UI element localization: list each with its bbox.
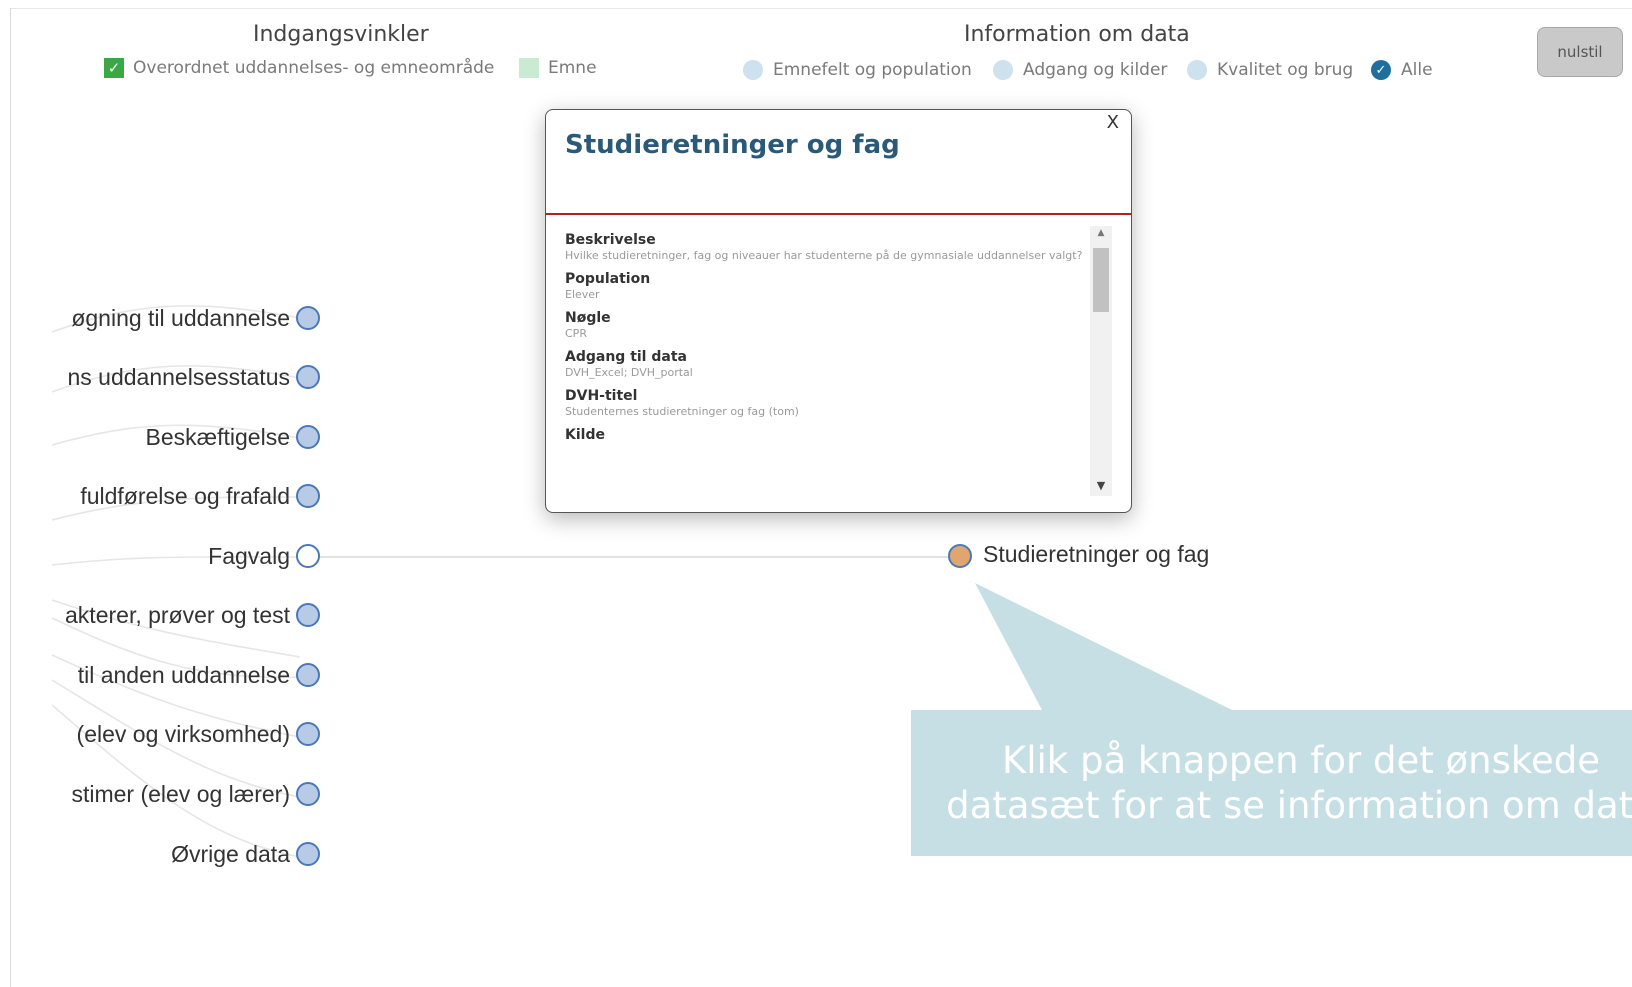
field-adgang: Adgang til data DVH_Excel; DVH_portal [565, 349, 1089, 380]
tree-node-label[interactable]: stimer (elev og lærer) [0, 781, 290, 808]
tree-node-circle[interactable] [296, 663, 320, 687]
field-value: Elever [565, 288, 600, 301]
popup-title: Studieretninger og fag [565, 130, 900, 160]
dataset-info-popup: X Studieretninger og fag Beskrivelse Hvi… [545, 109, 1132, 513]
tree-node-circle[interactable] [296, 782, 320, 806]
popup-separator [546, 213, 1131, 215]
tree-node-circle[interactable] [296, 603, 320, 627]
popup-scrollbar[interactable]: ▲ ▼ [1090, 226, 1112, 496]
target-node-circle[interactable] [948, 544, 972, 568]
help-tooltip: Klik på knappen for det ønskede datasæt … [911, 710, 1632, 856]
scroll-down-arrow-icon[interactable]: ▼ [1090, 479, 1112, 492]
field-noegle: Nøgle CPR [565, 310, 1089, 341]
popup-scroll-content[interactable]: Beskrivelse Hvilke studieretninger, fag … [565, 232, 1089, 494]
field-value: DVH_Excel; DVH_portal [565, 366, 693, 379]
field-beskrivelse: Beskrivelse Hvilke studieretninger, fag … [565, 232, 1089, 263]
tree-node-label[interactable]: øgning til uddannelse [0, 305, 290, 332]
field-label: Kilde [565, 427, 605, 443]
field-population: Population Elever [565, 271, 1089, 302]
scrollbar-thumb[interactable] [1093, 248, 1109, 312]
tree-node-label[interactable]: Beskæftigelse [0, 424, 290, 451]
field-label: Population [565, 271, 651, 287]
tree-node-label-selected[interactable]: Fagvalg [0, 543, 290, 570]
tree-node-circle[interactable] [296, 425, 320, 449]
tree-node-label[interactable]: fuldførelse og frafald [0, 483, 290, 510]
field-value: Studenternes studieretninger og fag (tom… [565, 405, 799, 418]
tree-node-label[interactable]: Øvrige data [0, 841, 290, 868]
field-label: Beskrivelse [565, 232, 656, 248]
tree-node-circle[interactable] [296, 722, 320, 746]
field-value: CPR [565, 327, 587, 340]
field-dvh-titel: DVH-titel Studenternes studieretninger o… [565, 388, 1089, 419]
tree-node-circle-selected[interactable] [296, 544, 320, 568]
field-label: Nøgle [565, 310, 611, 326]
tree-node-circle[interactable] [296, 306, 320, 330]
close-button[interactable]: X [1107, 112, 1119, 133]
scroll-up-arrow-icon[interactable]: ▲ [1090, 228, 1112, 238]
field-value: Hvilke studieretninger, fag og niveauer … [565, 249, 1083, 262]
tree-node-label[interactable]: ns uddannelsesstatus [0, 364, 291, 391]
tree-node-circle[interactable] [296, 842, 320, 866]
tree-node-label[interactable]: til anden uddannelse [0, 662, 290, 689]
tree-node-circle[interactable] [296, 365, 320, 389]
field-label: DVH-titel [565, 388, 638, 404]
tooltip-line-2: datasæt for at se information om data [946, 784, 1632, 827]
tree-node-label[interactable]: akterer, prøver og test [0, 602, 290, 629]
tooltip-line-1: Klik på knappen for det ønskede [1001, 739, 1601, 782]
target-node-label[interactable]: Studieretninger og fag [983, 541, 1209, 568]
field-kilde: Kilde [565, 427, 1089, 444]
tree-node-circle[interactable] [296, 484, 320, 508]
tree-node-label[interactable]: (elev og virksomhed) [0, 721, 290, 748]
field-label: Adgang til data [565, 349, 687, 365]
